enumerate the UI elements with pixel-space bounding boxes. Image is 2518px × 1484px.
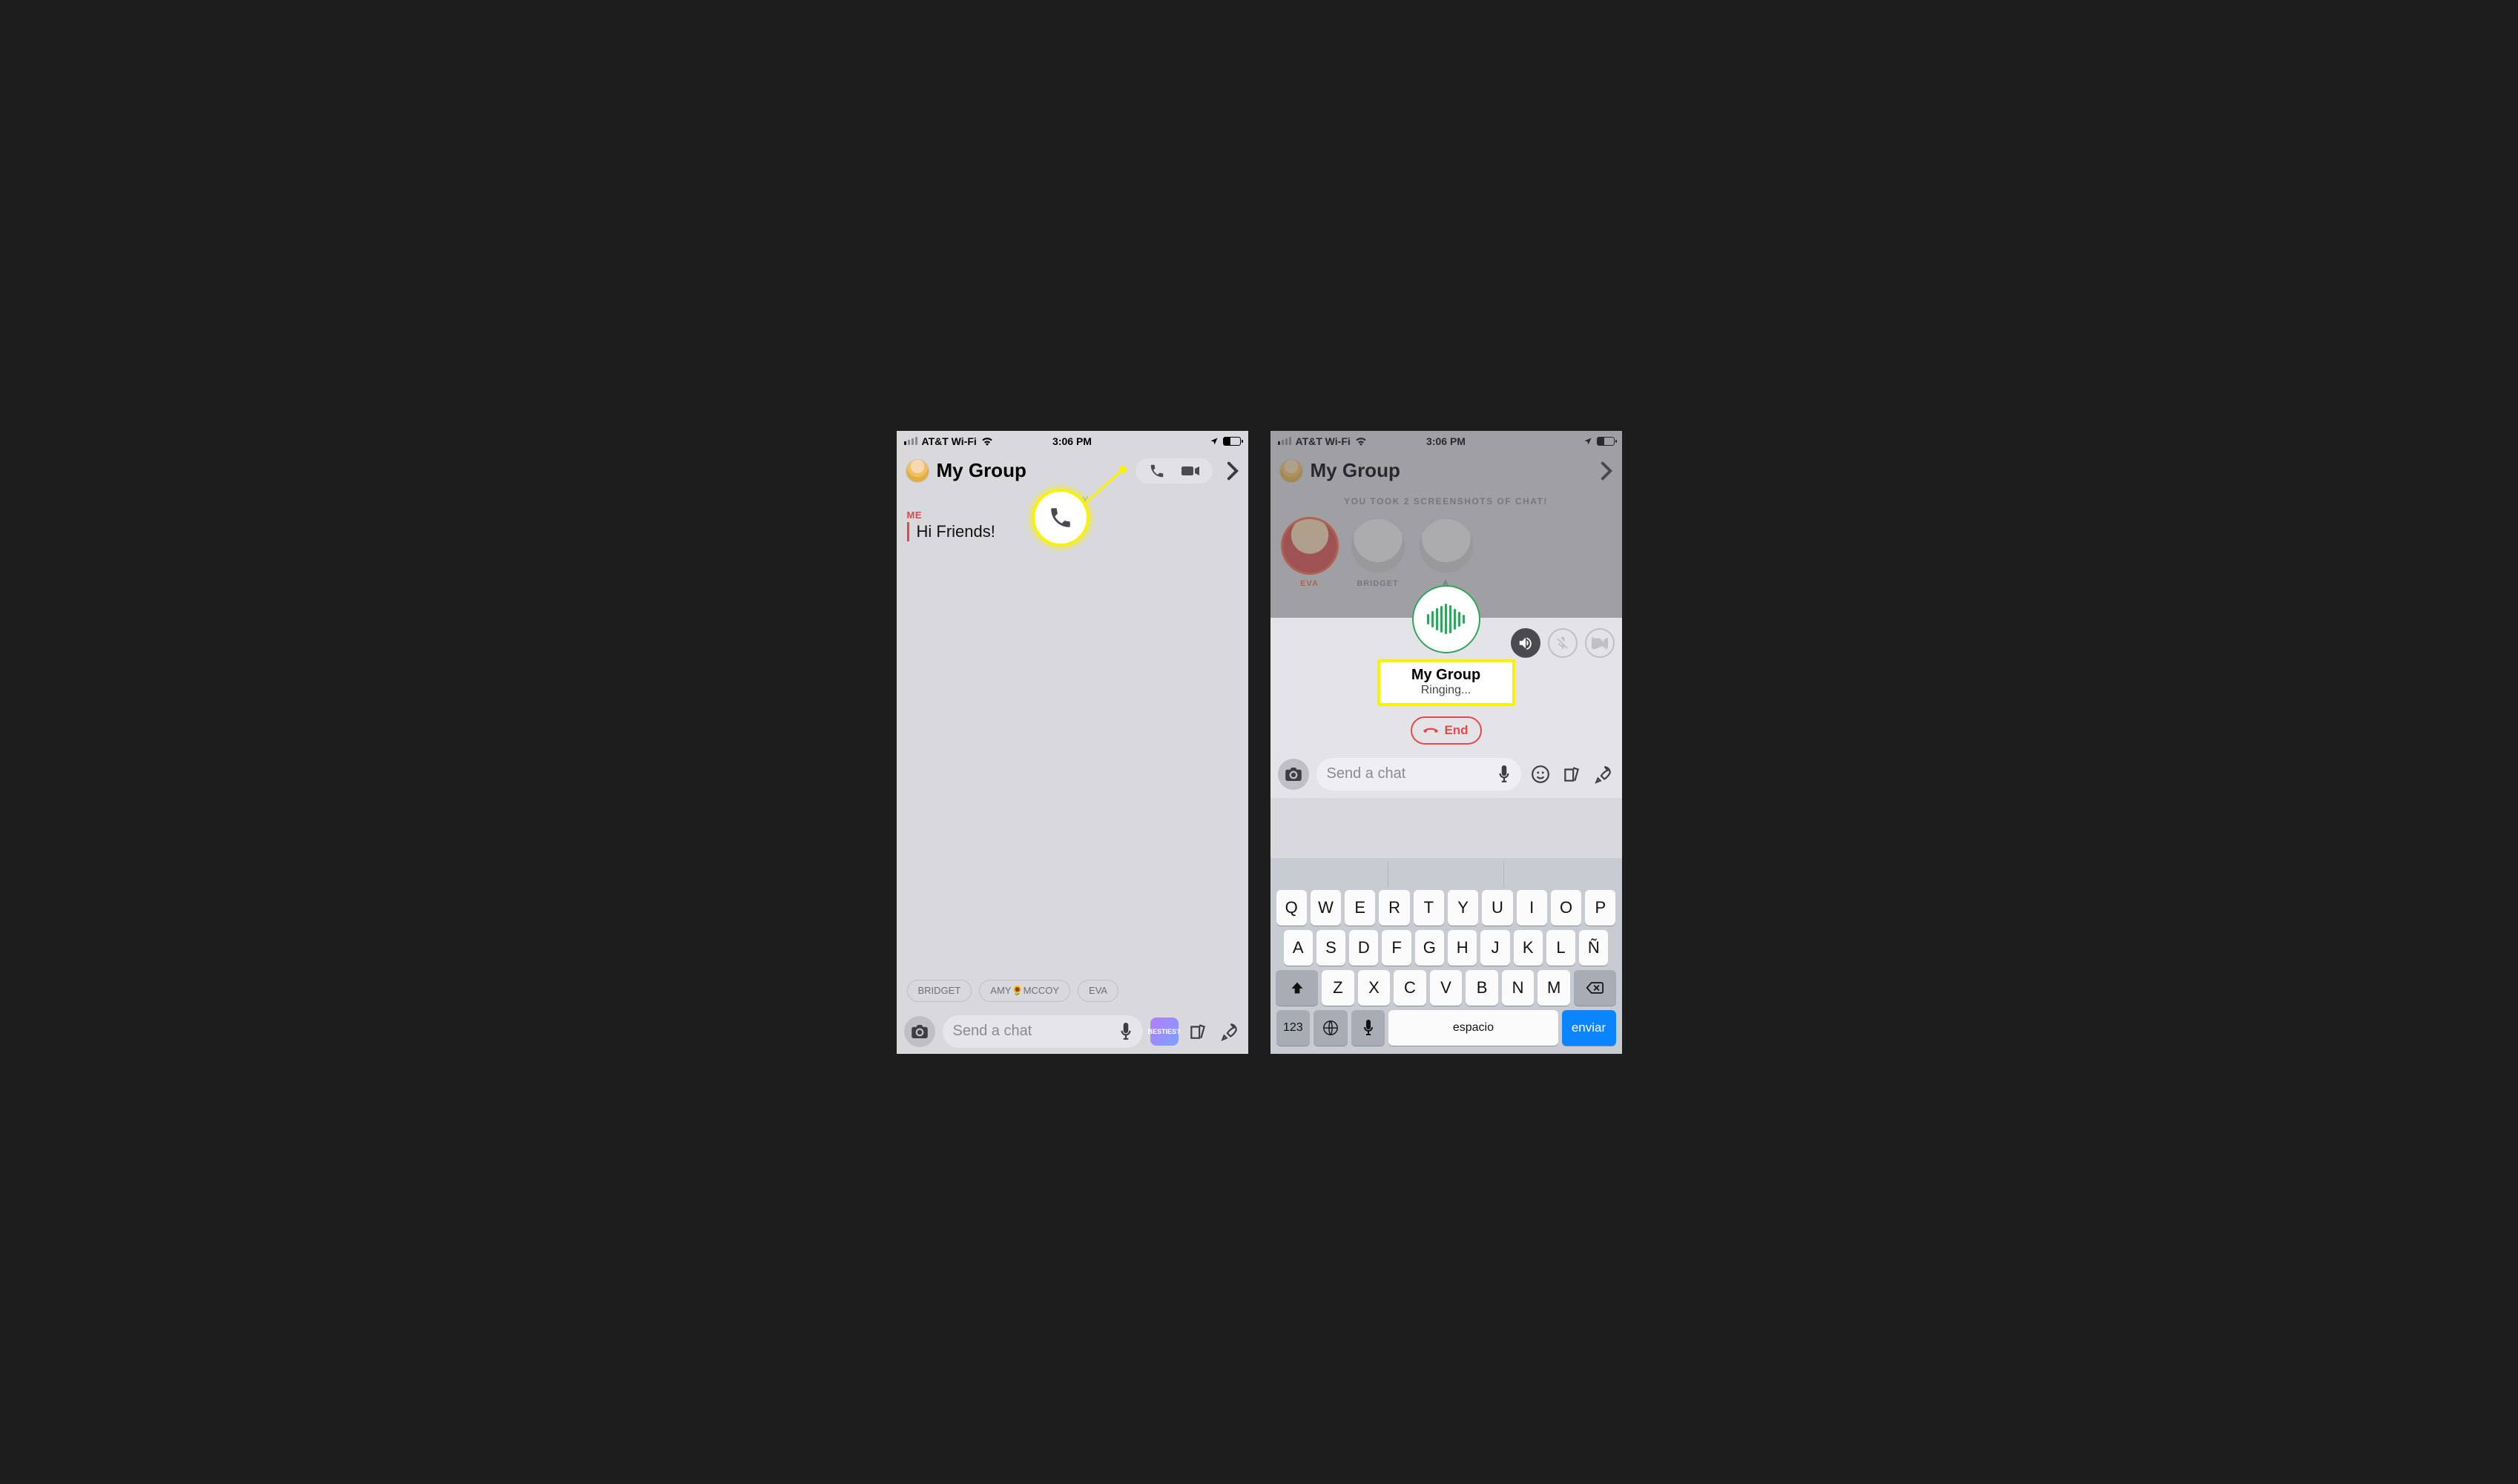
rocket-icon[interactable]: [1217, 1020, 1241, 1043]
chat-input-bar: Send a chat: [1270, 758, 1622, 791]
key[interactable]: M: [1538, 970, 1570, 1006]
cards-icon[interactable]: [1560, 762, 1583, 786]
chip[interactable]: AMY🌻MCCOY: [979, 980, 1070, 1002]
call-controls: [1511, 628, 1615, 658]
keyboard[interactable]: Q W E R T Y U I O P A S D F G H: [1270, 858, 1622, 1054]
key[interactable]: O: [1551, 890, 1581, 926]
shift-key[interactable]: [1276, 970, 1318, 1006]
key[interactable]: R: [1379, 890, 1409, 926]
key[interactable]: T: [1414, 890, 1444, 926]
dictate-key[interactable]: [1351, 1010, 1385, 1046]
chat-input[interactable]: Send a chat: [943, 1015, 1143, 1048]
camera-button[interactable]: [1278, 759, 1309, 790]
key[interactable]: D: [1349, 930, 1378, 966]
key-row: Z X C V B N M: [1273, 968, 1619, 1008]
call-title: My Group: [1380, 667, 1512, 684]
key[interactable]: S: [1316, 930, 1345, 966]
key-row: Q W E R T Y U I O P: [1273, 888, 1619, 928]
chip[interactable]: EVA: [1078, 980, 1118, 1002]
chat-header: My Group: [897, 452, 1248, 490]
phone-icon[interactable]: [1149, 463, 1165, 479]
speaker-button[interactable]: [1511, 628, 1540, 658]
key[interactable]: N: [1502, 970, 1535, 1006]
key[interactable]: Ñ: [1579, 930, 1608, 966]
phone-callout: [1032, 489, 1090, 547]
key[interactable]: Z: [1322, 970, 1354, 1006]
key[interactable]: U: [1482, 890, 1512, 926]
call-status-box: My Group Ringing...: [1377, 659, 1515, 706]
chat-input[interactable]: Send a chat: [1316, 758, 1521, 791]
key[interactable]: Q: [1276, 890, 1307, 926]
key[interactable]: G: [1415, 930, 1444, 966]
camera-icon: [912, 1025, 928, 1038]
key[interactable]: P: [1585, 890, 1615, 926]
key[interactable]: E: [1345, 890, 1375, 926]
key-row: 123 espacio enviar: [1273, 1008, 1619, 1048]
cards-icon[interactable]: [1186, 1020, 1210, 1043]
mute-button[interactable]: [1548, 628, 1578, 658]
key[interactable]: L: [1546, 930, 1575, 966]
placeholder: Send a chat: [1327, 765, 1406, 782]
key[interactable]: K: [1514, 930, 1543, 966]
key[interactable]: J: [1480, 930, 1509, 966]
send-key[interactable]: enviar: [1562, 1010, 1616, 1046]
waveform-icon: [1412, 585, 1480, 653]
key[interactable]: H: [1448, 930, 1477, 966]
phone-left: AT&T Wi-Fi 3:06 PM My Group TODAY: [897, 431, 1248, 1054]
key[interactable]: I: [1517, 890, 1547, 926]
placeholder: Send a chat: [953, 1023, 1032, 1040]
video-icon[interactable]: [1181, 464, 1199, 478]
status-bar: AT&T Wi-Fi 3:06 PM: [897, 431, 1248, 452]
key-row: A S D F G H J K L Ñ: [1273, 928, 1619, 968]
phone-icon: [1048, 505, 1073, 530]
key[interactable]: C: [1394, 970, 1426, 1006]
key[interactable]: F: [1382, 930, 1411, 966]
chat-input-bar: Send a chat BESTIES?: [897, 1015, 1248, 1048]
chevron-right-icon[interactable]: [1226, 461, 1239, 481]
globe-key[interactable]: [1314, 1010, 1348, 1046]
key[interactable]: V: [1430, 970, 1463, 1006]
mic-icon[interactable]: [1497, 765, 1511, 783]
key[interactable]: X: [1358, 970, 1391, 1006]
end-label: End: [1444, 723, 1468, 738]
key[interactable]: Y: [1448, 890, 1478, 926]
hangup-icon: [1423, 726, 1438, 735]
numbers-key[interactable]: 123: [1276, 1010, 1311, 1046]
clock: 3:06 PM: [897, 435, 1248, 447]
battery-icon: [1223, 437, 1241, 446]
mention-chips: BRIDGET AMY🌻MCCOY EVA: [897, 980, 1248, 1002]
call-status: Ringing...: [1380, 684, 1512, 697]
key[interactable]: B: [1466, 970, 1498, 1006]
key[interactable]: W: [1311, 890, 1341, 926]
backspace-key[interactable]: [1574, 970, 1616, 1006]
besties-sticker[interactable]: BESTIES?: [1150, 1018, 1179, 1046]
camera-button[interactable]: [904, 1016, 935, 1047]
video-off-button[interactable]: [1585, 628, 1615, 658]
phone-right: AT&T Wi-Fi 3:06 PM My Group YOU TOOK 2 S…: [1270, 431, 1622, 1054]
key[interactable]: A: [1284, 930, 1313, 966]
camera-icon: [1285, 768, 1302, 781]
mic-icon[interactable]: [1119, 1023, 1133, 1041]
smile-icon[interactable]: [1529, 762, 1552, 786]
suggestion-bar[interactable]: [1273, 861, 1619, 888]
call-sheet: My Group Ringing... End Send a chat: [1270, 618, 1622, 798]
chip[interactable]: BRIDGET: [907, 980, 972, 1002]
space-key[interactable]: espacio: [1388, 1010, 1558, 1046]
avatar[interactable]: [906, 459, 929, 483]
rocket-icon[interactable]: [1591, 762, 1615, 786]
call-pill: [1136, 458, 1213, 484]
chat-title: My Group: [937, 459, 1128, 482]
end-call-button[interactable]: End: [1411, 716, 1482, 745]
